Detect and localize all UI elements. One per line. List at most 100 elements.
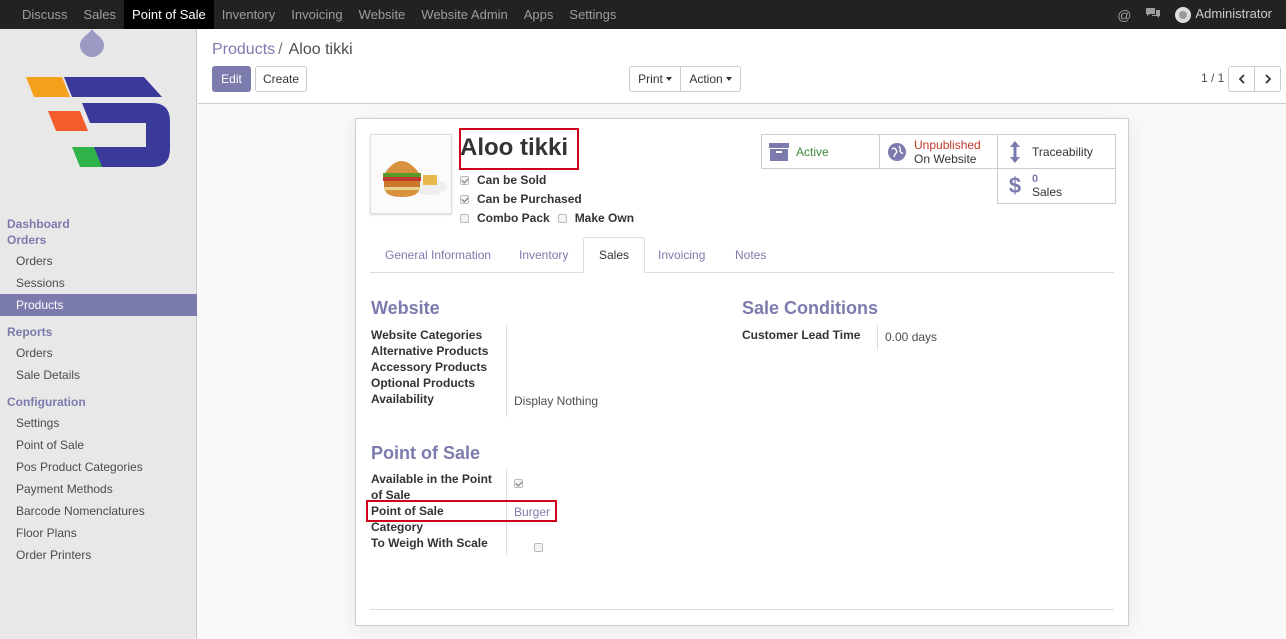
combo-pack-checkbox[interactable]	[460, 213, 469, 223]
breadcrumb-current: Aloo tikki	[288, 41, 353, 58]
sidebar-section-configuration[interactable]: Configuration	[7, 395, 86, 409]
website-group-title: Website	[371, 298, 440, 318]
tab-invoicing[interactable]: Invoicing	[643, 237, 720, 273]
sale-conditions-title: Sale Conditions	[742, 298, 879, 318]
website-publish-button[interactable]: Unpublished On Website	[879, 134, 998, 169]
menu-website-admin[interactable]: Website Admin	[413, 0, 515, 29]
traceability-button[interactable]: Traceability	[997, 134, 1116, 169]
menu-discuss[interactable]: Discuss	[14, 0, 76, 29]
user-name: Administrator	[1195, 6, 1272, 22]
sheet-bottom-divider	[370, 609, 1114, 610]
active-label: Active	[796, 144, 829, 159]
caret-down-icon	[725, 77, 732, 81]
pager-next-button[interactable]	[1254, 66, 1281, 92]
notebook-tabs: General Information Inventory Sales Invo…	[370, 237, 1114, 273]
make-own-label: Make Own	[574, 211, 635, 225]
optional-products-label: Optional Products	[371, 376, 476, 390]
sidebar-item-label: Sessions	[16, 276, 65, 290]
sidebar-section-reports[interactable]: Reports	[7, 325, 52, 339]
sidebar-item-products[interactable]: Products	[0, 294, 197, 316]
customer-lead-time-value[interactable]: 0.00 days	[885, 330, 937, 344]
menu-invoicing[interactable]: Invoicing	[283, 0, 350, 29]
pager-previous-button[interactable]	[1228, 66, 1255, 92]
create-button[interactable]: Create	[255, 66, 307, 92]
pager-value[interactable]: 1 / 1	[1201, 71, 1224, 85]
tab-inventory[interactable]: Inventory	[504, 237, 583, 273]
menu-sales[interactable]: Sales	[76, 0, 125, 29]
mention-icon[interactable]: @	[1117, 7, 1131, 23]
sidebar-item-floor-plans[interactable]: Floor Plans	[0, 522, 197, 544]
dollar-icon: $	[1008, 173, 1022, 198]
action-label: Action	[689, 72, 723, 86]
can-be-purchased-checkbox[interactable]	[460, 194, 469, 204]
sidebar-item-label: Order Printers	[16, 548, 92, 562]
availability-label: Availability	[371, 392, 434, 406]
unpublished-label: Unpublished	[914, 137, 981, 152]
availability-value[interactable]: Display Nothing	[514, 394, 598, 408]
menu-website[interactable]: Website	[351, 0, 414, 29]
sidebar: Dashboard Orders Orders Sessions Product…	[0, 29, 197, 639]
weigh-scale-checkbox[interactable]	[534, 543, 544, 552]
field-divider	[877, 325, 878, 350]
can-be-purchased-label: Can be Purchased	[477, 192, 582, 206]
sales-stat-button[interactable]: $ 0 Sales	[997, 168, 1116, 204]
menu-point-of-sale[interactable]: Point of Sale	[124, 0, 214, 29]
sidebar-item-label: Sale Details	[16, 368, 81, 382]
available-in-pos-checkbox[interactable]	[514, 479, 523, 488]
traceability-label: Traceability	[1032, 144, 1093, 159]
sidebar-item-sale-details[interactable]: Sale Details	[0, 364, 197, 386]
control-panel: Products / Aloo tikki Edit Create Print Ac…	[198, 29, 1286, 104]
company-logo	[26, 29, 170, 167]
sidebar-item-point-of-sale[interactable]: Point of Sale	[0, 434, 197, 456]
sales-label: Sales	[1032, 185, 1063, 199]
tab-sales[interactable]: Sales	[583, 237, 646, 273]
menu-apps[interactable]: Apps	[516, 0, 562, 29]
highlight-product-name	[459, 128, 579, 170]
top-navbar: Discuss Sales Point of Sale Inventory In…	[0, 0, 1286, 29]
sidebar-item-order-printers[interactable]: Order Printers	[0, 544, 197, 566]
sidebar-item-barcode-nomenclatures[interactable]: Barcode Nomenclatures	[0, 500, 197, 522]
user-menu[interactable]: Administrator	[1175, 6, 1272, 23]
burger-image	[371, 135, 451, 213]
print-label: Print	[638, 72, 663, 86]
edit-button[interactable]: Edit	[212, 66, 251, 92]
sidebar-item-label: Barcode Nomenclatures	[16, 504, 145, 518]
sidebar-item-payment-methods[interactable]: Payment Methods	[0, 478, 197, 500]
sidebar-item-orders[interactable]: Orders	[0, 250, 197, 272]
caret-down-icon	[665, 77, 672, 81]
menu-settings[interactable]: Settings	[561, 0, 624, 29]
menu-inventory[interactable]: Inventory	[214, 0, 283, 29]
sidebar-item-report-orders[interactable]: Orders	[0, 342, 197, 364]
alternative-products-label: Alternative Products	[371, 344, 489, 358]
sidebar-item-label: Settings	[16, 416, 60, 430]
sidebar-item-label: Pos Product Categories	[16, 460, 143, 474]
accessory-products-label: Accessory Products	[371, 360, 488, 374]
make-own-checkbox[interactable]	[557, 213, 567, 223]
sidebar-item-sessions[interactable]: Sessions	[0, 272, 197, 294]
tab-notes[interactable]: Notes	[720, 237, 781, 273]
sidebar-item-settings[interactable]: Settings	[0, 412, 197, 434]
print-dropdown[interactable]: Print	[629, 66, 681, 92]
product-image[interactable]	[370, 134, 452, 214]
sidebar-section-orders[interactable]: Orders	[7, 233, 46, 247]
chevron-right-icon	[1264, 74, 1271, 84]
can-be-sold-checkbox[interactable]	[460, 175, 469, 185]
archive-icon	[762, 142, 796, 161]
available-in-pos-line1: Available in the Point	[371, 472, 492, 486]
sidebar-item-label: Payment Methods	[16, 482, 113, 496]
tab-general-information[interactable]: General Information	[370, 237, 506, 273]
action-dropdown[interactable]: Action	[680, 66, 741, 92]
form-sheet: Aloo tikki Can be Sold Can be Purchased …	[355, 118, 1129, 626]
sidebar-item-label: Orders	[16, 346, 53, 360]
chat-icon[interactable]	[1145, 7, 1161, 22]
app-menu: Discuss Sales Point of Sale Inventory In…	[14, 0, 624, 29]
breadcrumb-separator: /	[278, 41, 283, 58]
sidebar-dashboard[interactable]: Dashboard	[7, 217, 70, 231]
field-divider	[506, 325, 507, 417]
sales-stat: 0 Sales	[1032, 173, 1062, 199]
breadcrumb-products-link[interactable]: Products	[212, 41, 275, 58]
globe-icon	[880, 142, 914, 161]
active-toggle-button[interactable]: Active	[761, 134, 880, 169]
sidebar-item-pos-product-categories[interactable]: Pos Product Categories	[0, 456, 197, 478]
arrows-vertical-icon	[998, 140, 1032, 163]
